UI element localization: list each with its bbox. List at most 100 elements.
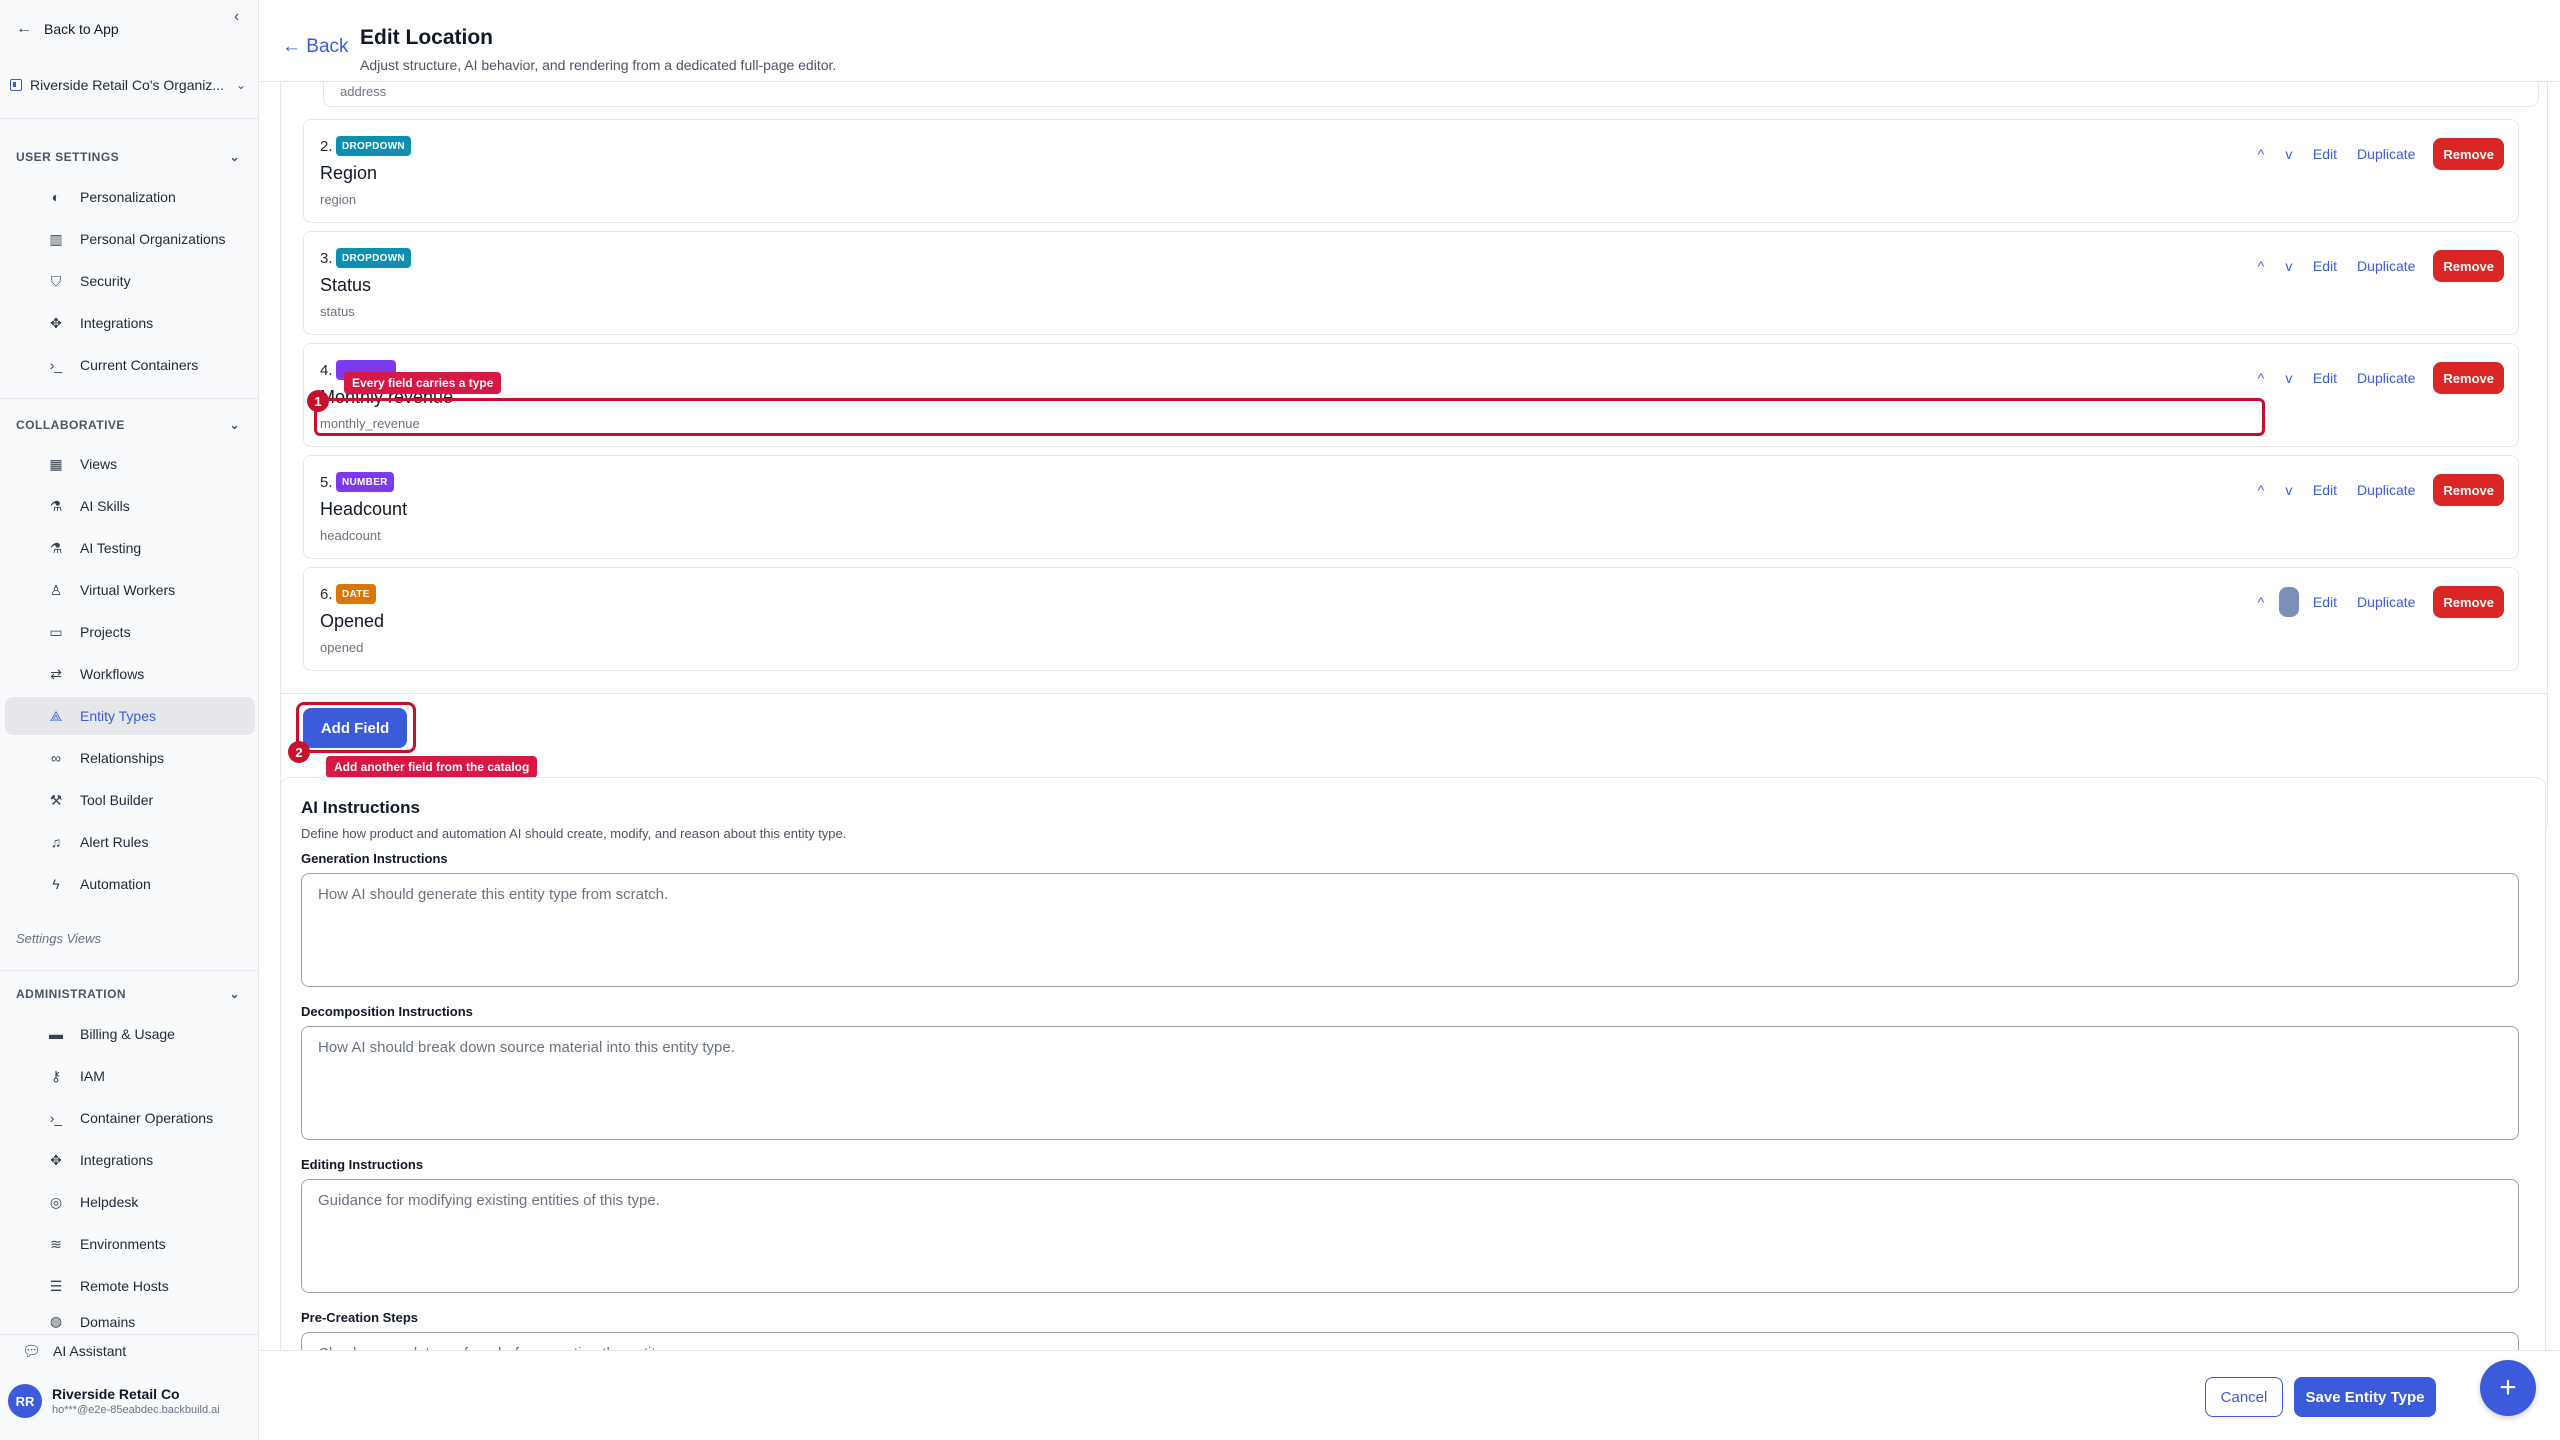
edit-button[interactable]: Edit: [2303, 370, 2347, 386]
section-administration[interactable]: ADMINISTRATION ⌄: [16, 987, 240, 1001]
sidebar-item-workflows[interactable]: ⇄ Workflows: [5, 655, 255, 693]
tour-tooltip-step-2: Add another field from the catalog: [326, 756, 538, 778]
sidebar-item-label: Tool Builder: [80, 792, 154, 808]
sidebar-item-iam[interactable]: ⚷ IAM: [5, 1057, 255, 1095]
sidebar-item-label: Environments: [80, 1236, 166, 1252]
tour-step-1-marker: 1: [307, 390, 329, 412]
sidebar-item-security[interactable]: ⛉ Security: [5, 262, 255, 300]
globe-icon: ◍: [49, 1312, 63, 1329]
sidebar-item-remote-hosts[interactable]: ☰ Remote Hosts: [5, 1267, 255, 1305]
pre-creation-steps-input[interactable]: [301, 1332, 2519, 1350]
section-user-settings[interactable]: USER SETTINGS ⌄: [16, 150, 240, 164]
organization-switcher[interactable]: Riverside Retail Co's Organiz... ⌄: [10, 70, 246, 100]
move-up-button[interactable]: ^: [2247, 258, 2275, 274]
sidebar-item-views[interactable]: ▦ Views: [5, 445, 255, 483]
puzzle-icon: ✥: [50, 314, 62, 331]
remove-button[interactable]: Remove: [2433, 138, 2504, 170]
cancel-button[interactable]: Cancel: [2205, 1377, 2283, 1417]
edit-button[interactable]: Edit: [2303, 258, 2347, 274]
field-label: Status: [320, 275, 372, 295]
palette-icon: ◐: [51, 189, 61, 205]
move-down-button[interactable]: [2278, 587, 2299, 617]
edit-button[interactable]: Edit: [2303, 594, 2347, 610]
chevron-down-icon: ⌄: [229, 418, 240, 432]
tour-tooltip-step-1: Every field carries a type: [344, 372, 502, 394]
remove-button[interactable]: Remove: [2433, 474, 2504, 506]
move-up-button[interactable]: ^: [2247, 594, 2275, 610]
back-button[interactable]: ← Back: [282, 36, 349, 58]
generation-instructions-input[interactable]: [301, 873, 2519, 987]
duplicate-button[interactable]: Duplicate: [2347, 594, 2425, 610]
sidebar-item-virtual-workers[interactable]: ♙ Virtual Workers: [5, 571, 255, 609]
move-down-button[interactable]: v: [2275, 370, 2303, 386]
grid-icon: ▦: [49, 455, 63, 472]
sidebar-item-label: Entity Types: [80, 708, 157, 724]
user-profile[interactable]: RR Riverside Retail Co ho***@e2e-85eabde…: [8, 1384, 220, 1418]
sidebar-item-relationships[interactable]: ∞ Relationships: [5, 739, 255, 777]
field-actions: ^ v Edit Duplicate Remove: [2247, 138, 2504, 170]
page-title: Edit Location: [360, 26, 493, 49]
sidebar-item-environments[interactable]: ≋ Environments: [5, 1225, 255, 1263]
duplicate-button[interactable]: Duplicate: [2347, 258, 2425, 274]
add-fab-button[interactable]: +: [2480, 1360, 2536, 1416]
sidebar-item-tool-builder[interactable]: ⚒ Tool Builder: [5, 781, 255, 819]
sidebar-item-ai-skills[interactable]: ⚗ AI Skills: [5, 487, 255, 525]
collapse-sidebar-icon[interactable]: ‹: [234, 8, 239, 26]
sidebar-item-domains[interactable]: ◍ Domains: [5, 1309, 255, 1333]
duplicate-button[interactable]: Duplicate: [2347, 146, 2425, 162]
terminal-icon: ›_: [49, 1110, 63, 1126]
sidebar-item-integrations[interactable]: ✥ Integrations: [5, 304, 255, 342]
field-actions: ^ v Edit Duplicate Remove: [2247, 362, 2504, 394]
sidebar-item-billing-usage[interactable]: ▬ Billing & Usage: [5, 1015, 255, 1053]
sidebar-item-label: Security: [80, 273, 131, 289]
sidebar-item-personal-organizations[interactable]: ▥ Personal Organizations: [5, 220, 255, 258]
edit-button[interactable]: Edit: [2303, 482, 2347, 498]
back-to-app-link[interactable]: ← Back to App: [16, 16, 119, 42]
sidebar-item-admin-integrations[interactable]: ✥ Integrations: [5, 1141, 255, 1179]
arrow-left-icon: ←: [16, 20, 32, 37]
duplicate-button[interactable]: Duplicate: [2347, 370, 2425, 386]
chat-bubble-icon: 💬︎: [22, 1343, 42, 1360]
building-icon: [10, 79, 22, 91]
section-collaborative[interactable]: COLLABORATIVE ⌄: [16, 418, 240, 432]
sidebar-item-label: Container Operations: [80, 1110, 214, 1126]
remove-button[interactable]: Remove: [2433, 250, 2504, 282]
move-up-button[interactable]: ^: [2247, 482, 2275, 498]
sidebar-item-projects[interactable]: ▭ Projects: [5, 613, 255, 651]
building-icon: ▥: [49, 230, 63, 247]
move-down-button[interactable]: v: [2275, 258, 2303, 274]
sidebar-item-label: Remote Hosts: [80, 1278, 169, 1294]
sidebar-item-automation[interactable]: ϟ Automation: [5, 865, 255, 903]
move-up-button[interactable]: ^: [2247, 146, 2275, 162]
sidebar-item-ai-testing[interactable]: ⚗ AI Testing: [5, 529, 255, 567]
save-entity-type-button[interactable]: Save Entity Type: [2294, 1377, 2436, 1417]
field-key: region: [320, 192, 357, 207]
sidebar-item-personalization[interactable]: ◐ Personalization: [5, 178, 255, 216]
field-actions: ^ v Edit Duplicate Remove: [2247, 474, 2504, 506]
user-name: Riverside Retail Co: [52, 1386, 180, 1402]
editing-instructions-input[interactable]: [301, 1179, 2519, 1293]
shield-icon: ⛉: [50, 272, 62, 289]
sidebar-item-label: Integrations: [80, 315, 154, 331]
move-down-button[interactable]: v: [2275, 482, 2303, 498]
sidebar-item-alert-rules[interactable]: ♫ Alert Rules: [5, 823, 255, 861]
section-label: ADMINISTRATION: [16, 987, 127, 1001]
sidebar-item-container-operations[interactable]: ›_ Container Operations: [5, 1099, 255, 1137]
edit-button[interactable]: Edit: [2303, 146, 2347, 162]
move-up-button[interactable]: ^: [2247, 370, 2275, 386]
sidebar-item-entity-types[interactable]: ⟁ Entity Types: [5, 697, 255, 735]
ai-assistant-button[interactable]: 💬︎ AI Assistant: [22, 1342, 126, 1360]
move-down-button[interactable]: v: [2275, 146, 2303, 162]
divider: [0, 118, 259, 119]
editor-content: address 2. DROPDOWN Region region ^ v Ed…: [260, 82, 2560, 1350]
remove-button[interactable]: Remove: [2433, 362, 2504, 394]
remove-button[interactable]: Remove: [2433, 586, 2504, 618]
sidebar-item-current-containers[interactable]: ›_ Current Containers: [5, 346, 255, 384]
decomposition-instructions-input[interactable]: [301, 1026, 2519, 1140]
sidebar-item-helpdesk[interactable]: ◎ Helpdesk: [5, 1183, 255, 1221]
field-key: monthly_revenue: [320, 416, 420, 431]
server-icon: ☰: [49, 1277, 63, 1294]
add-field-button[interactable]: Add Field: [303, 708, 407, 748]
duplicate-button[interactable]: Duplicate: [2347, 482, 2425, 498]
terminal-icon: ›_: [49, 357, 63, 373]
